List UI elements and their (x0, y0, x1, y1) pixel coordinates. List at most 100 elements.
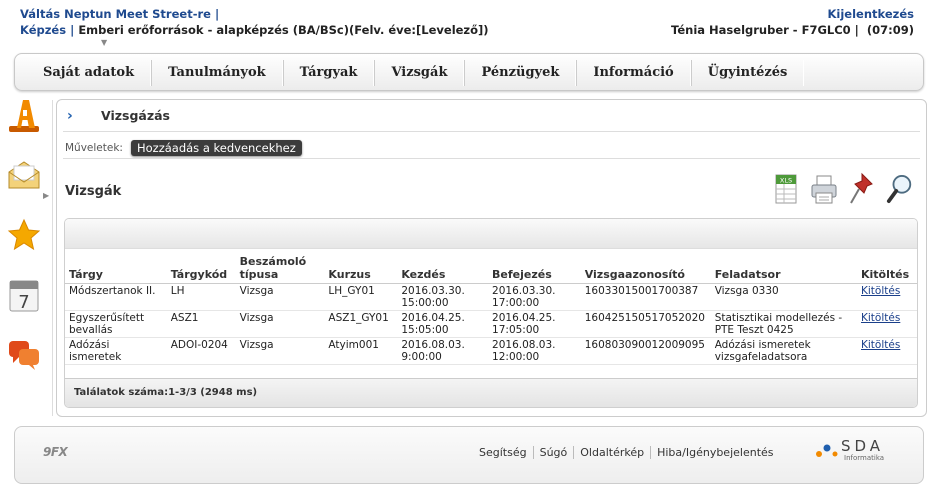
fill-link[interactable]: Kitöltés (861, 339, 900, 351)
cell-course: Atyim001 (324, 337, 398, 365)
menu-item-penzugyek[interactable]: Pénzügyek (464, 60, 577, 86)
col-header-fill[interactable]: Kitöltés (857, 249, 917, 284)
session-timer: (07:09) (866, 23, 914, 37)
cell-start: 2016.03.30. 15:00:00 (397, 283, 489, 311)
exam-table: Tárgy Tárgykód Beszámoló típusa Kurzus K… (64, 218, 918, 408)
table-header-row: Tárgy Tárgykód Beszámoló típusa Kurzus K… (65, 249, 917, 284)
cell-course: LH_GY01 (324, 283, 398, 311)
cell-exam-id: 16033015001700387 (580, 283, 711, 311)
col-header-exam-id[interactable]: Vizsgaazonosító (580, 249, 711, 284)
chevron-down-icon[interactable]: ▼ (101, 38, 107, 47)
main-menu: Saját adatok Tanulmányok Tárgyak Vizsgák… (14, 53, 924, 91)
menu-item-sajat-adatok[interactable]: Saját adatok (27, 60, 152, 86)
neptun-switch-link[interactable]: Váltás Neptun Meet Street-re (20, 7, 211, 21)
panel-header: › Vizsgázás (67, 108, 170, 123)
fill-link[interactable]: Kitöltés (861, 312, 900, 324)
9fx-logo: 9FX (43, 445, 68, 459)
svg-text:XLS: XLS (780, 177, 792, 185)
cell-type: Vizsga (235, 283, 325, 311)
sidebar: 7 (6, 97, 46, 397)
divider (63, 131, 920, 132)
menu-item-targyak[interactable]: Tárgyak (282, 60, 375, 86)
search-icon[interactable] (886, 170, 914, 208)
cell-end: 2016.03.30. 17:00:00 (488, 283, 581, 311)
cell-subject: Egyszerűsített bevallás (65, 310, 167, 338)
cell-start: 2016.08.03. 9:00:00 (397, 337, 489, 365)
logout-link[interactable]: Kijelentkezés (671, 6, 915, 22)
table-row[interactable]: Módszertanok II. LH Vizsga LH_GY01 2016.… (65, 283, 917, 311)
cell-code: ADOI-0204 (166, 337, 236, 365)
footer-link-sitemap[interactable]: Oldaltérkép (573, 446, 650, 459)
menu-item-informacio[interactable]: Információ (576, 60, 691, 86)
cell-exam-id: 160425150517052020 (580, 310, 711, 338)
cell-exam-id: 160803090012009095 (580, 337, 711, 365)
col-header-code[interactable]: Tárgykód (166, 249, 236, 284)
footer-link-help[interactable]: Segítség (473, 446, 533, 459)
cell-start: 2016.04.25. 15:05:00 (397, 310, 489, 338)
col-header-course[interactable]: Kurzus (324, 249, 398, 284)
col-header-task-set[interactable]: Feladatsor (710, 249, 857, 284)
cell-fill: Kitöltés (857, 283, 917, 311)
menu-item-tanulmanyok[interactable]: Tanulmányok (151, 60, 283, 86)
cell-end: 2016.08.03. 12:00:00 (488, 337, 581, 365)
exam-grid: Tárgy Tárgykód Beszámoló típusa Kurzus K… (65, 249, 917, 365)
exam-panel: › Vizsgázás Műveletek: Hozzáadás a kedve… (56, 99, 927, 417)
cell-code: ASZ1 (166, 310, 236, 338)
svg-text:7: 7 (18, 292, 29, 313)
divider (63, 158, 920, 159)
menu-item-vizsgak[interactable]: Vizsgák (374, 60, 465, 86)
footer-link-bug-report[interactable]: Hiba/Igénybejelentés (650, 446, 779, 459)
cell-subject: Módszertanok II. (65, 283, 167, 311)
footer-link-manual[interactable]: Súgó (532, 446, 574, 459)
panel-title: Vizsgázás (101, 108, 170, 123)
col-header-subject[interactable]: Tárgy (65, 249, 167, 284)
table-row[interactable]: Adózási ismeretek ADOI-0204 Vizsga Atyim… (65, 337, 917, 365)
cell-type: Vizsga (235, 310, 325, 338)
training-label[interactable]: Képzés (20, 23, 66, 37)
table-row[interactable]: Egyszerűsített bevallás ASZ1 Vizsga ASZ1… (65, 310, 917, 338)
cell-task-set: Statisztikai modellezés - PTE Teszt 0425 (710, 310, 857, 338)
fill-link[interactable]: Kitöltés (861, 285, 900, 297)
sda-logo-text: SDA (841, 437, 885, 455)
sda-logo: SDA Informatika (815, 439, 884, 462)
a-letter-icon[interactable] (6, 97, 42, 133)
cell-course: ASZ1_GY01 (324, 310, 398, 338)
training-value: Emberi erőforrások - alapképzés (BA/BSc)… (78, 23, 489, 37)
chevron-right-icon[interactable]: › (67, 109, 79, 123)
cell-task-set: Adózási ismeretek vizsgafeladatsora (710, 337, 857, 365)
menu-item-ugyintezes[interactable]: Ügyintézés (690, 60, 805, 86)
header-right: Kijelentkezés Ténia Haselgruber - F7GLC0… (671, 6, 915, 37)
footer: 9FX Segítség Súgó Oldaltérkép Hiba/Igény… (14, 426, 924, 484)
envelope-icon[interactable] (6, 157, 42, 193)
cell-fill: Kitöltés (857, 310, 917, 338)
operations-label: Műveletek: (65, 142, 123, 154)
user-name: Ténia Haselgruber - F7GLC0 (671, 23, 851, 37)
sda-dots-icon (816, 444, 838, 457)
toolbar: XLS (772, 170, 914, 208)
results-count: Találatok száma:1-3/3 (2948 ms) (65, 378, 917, 407)
pin-icon[interactable] (848, 170, 876, 208)
col-header-start[interactable]: Kezdés (397, 249, 489, 284)
sidebar-divider (52, 100, 53, 416)
table-toolbar (65, 219, 917, 249)
print-icon[interactable] (810, 170, 838, 208)
sda-logo-subtext: Informatika (844, 454, 885, 462)
cell-subject: Adózási ismeretek (65, 337, 167, 365)
star-icon[interactable] (6, 217, 42, 253)
calendar-icon[interactable]: 7 (6, 277, 42, 313)
sidebar-toggle-icon[interactable]: ▶ (43, 191, 49, 200)
col-header-type[interactable]: Beszámoló típusa (235, 249, 325, 284)
section-title: Vizsgák (65, 184, 122, 199)
chat-icon[interactable] (6, 337, 42, 373)
cell-task-set: Vizsga 0330 (710, 283, 857, 311)
add-to-favorites-button[interactable]: Hozzáadás a kedvencekhez (130, 140, 302, 156)
cell-end: 2016.04.25. 17:05:00 (488, 310, 581, 338)
cell-code: LH (166, 283, 236, 311)
footer-links: Segítség Súgó Oldaltérkép Hiba/Igénybeje… (473, 446, 780, 459)
xls-export-icon[interactable]: XLS (772, 170, 800, 208)
operations-bar: Műveletek: Hozzáadás a kedvencekhez (65, 140, 302, 156)
col-header-end[interactable]: Befejezés (488, 249, 581, 284)
cell-fill: Kitöltés (857, 337, 917, 365)
header-left: Váltás Neptun Meet Street-re | Képzés | … (20, 7, 489, 37)
cell-type: Vizsga (235, 337, 325, 365)
